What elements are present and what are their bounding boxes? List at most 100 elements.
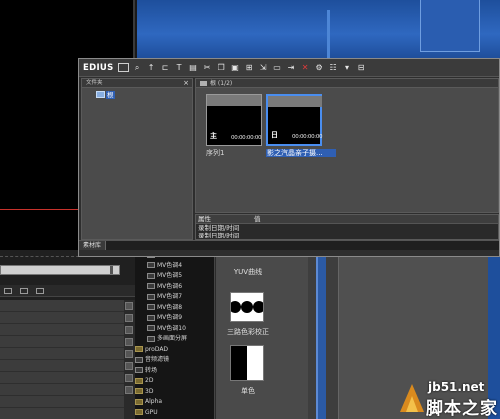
delete-icon[interactable]: ✕: [300, 63, 311, 72]
effect-icon: [135, 367, 143, 373]
folder-icon: [135, 398, 143, 405]
player-icon[interactable]: ▭: [272, 63, 283, 72]
clip-view-pane: 根 (1/2) 主 00:00:00:00 序列1 日 00:00:00:00 …: [195, 78, 499, 213]
value-column-header: 值: [254, 215, 261, 223]
desktop-streak: [327, 10, 330, 62]
effect-tree-item-label: MV色调5: [157, 272, 183, 279]
effect-tree-item-label: proDAD: [145, 345, 169, 353]
timeline-tool-icon[interactable]: [20, 288, 28, 294]
cut-icon[interactable]: ✂: [202, 63, 213, 72]
effect-tree-item[interactable]: MV色调5: [135, 271, 214, 282]
effect-thumb-mono[interactable]: [230, 345, 264, 381]
effect-icon: [147, 293, 155, 300]
effect-tree-item-label: 音频滤镜: [145, 356, 170, 363]
effect-tree-item-label: 3D: [145, 387, 154, 395]
app-title: EDIUS: [83, 62, 114, 73]
clip-timecode: 00:00:00:00: [292, 134, 323, 140]
search-icon[interactable]: ⌕: [132, 63, 143, 72]
folder-tree-pane: 文件夹 × 根: [81, 78, 193, 240]
effect-tree-item[interactable]: MV色调8: [135, 303, 214, 314]
effect-tree-item[interactable]: Alpha: [135, 397, 214, 408]
effect-tree-item[interactable]: MV色调7: [135, 292, 214, 303]
effect-thumb-label: 单色: [241, 387, 255, 395]
folder-icon: [96, 91, 105, 98]
move-icon[interactable]: ⇲: [258, 63, 269, 72]
timeline-tool-icon[interactable]: [36, 288, 44, 294]
timeline-track-buttons: [124, 300, 135, 419]
effect-icon: [147, 314, 155, 321]
effect-tree-item-label: 转场: [145, 366, 158, 374]
properties-header: 属性 值: [196, 215, 498, 224]
effect-tree-item[interactable]: MV色调9: [135, 313, 214, 324]
effect-thumbnail-pane: YUV曲线 三路色彩校正 单色: [216, 250, 308, 419]
clip-frame-top: [207, 95, 261, 106]
track-toggle-button[interactable]: [125, 374, 133, 382]
effect-tree-item[interactable]: 3D: [135, 387, 214, 398]
effect-icon: [147, 304, 155, 310]
close-icon[interactable]: ×: [183, 79, 189, 88]
add-to-timeline-icon[interactable]: ⊞: [244, 63, 255, 72]
effect-tree-item[interactable]: 转场: [135, 366, 214, 377]
desktop-background: [137, 0, 500, 62]
effect-icon: [147, 335, 155, 342]
effect-tree-item[interactable]: GPU: [135, 408, 214, 419]
open-clip-icon[interactable]: ⊏: [160, 63, 171, 72]
effect-tree-item[interactable]: MV色调6: [135, 282, 214, 293]
effect-icon: [147, 283, 155, 289]
color-wheels-icon: [229, 293, 265, 321]
effect-tree-item[interactable]: MV色调4: [135, 261, 214, 272]
clip-frame-top: [268, 96, 322, 107]
track-toggle-button[interactable]: [125, 386, 133, 394]
property-column-header: 属性: [198, 215, 211, 223]
title-tool-icon[interactable]: T: [174, 63, 185, 72]
property-row[interactable]: 录制日期/时间: [196, 232, 498, 238]
layout-icon[interactable]: ⊟: [356, 63, 367, 72]
effect-tree-item-label: MV色调6: [157, 282, 183, 290]
bin-tab[interactable]: 素材库: [79, 241, 107, 250]
folder-tree-root[interactable]: 根: [96, 90, 192, 99]
property-name: 录制日期/时间: [198, 224, 240, 232]
view-mode-icon[interactable]: ☷: [328, 63, 339, 72]
track-toggle-button[interactable]: [125, 350, 133, 358]
track-toggle-button[interactable]: [125, 314, 133, 322]
effect-tree-item-label: GPU: [145, 408, 158, 416]
up-folder-icon[interactable]: ↑: [146, 63, 157, 72]
folder-icon: [135, 388, 143, 394]
effect-tree-item[interactable]: 2D: [135, 376, 214, 387]
effect-thumb-three-way[interactable]: [229, 292, 265, 322]
effect-tree-item[interactable]: MV色调10: [135, 324, 214, 335]
insert-icon[interactable]: ⇥: [286, 63, 297, 72]
track-toggle-button[interactable]: [125, 326, 133, 334]
track-toggle-button[interactable]: [125, 302, 133, 310]
add-color-bar-icon[interactable]: ▤: [188, 63, 199, 72]
clip-thumbnail-selected[interactable]: 日 00:00:00:00 影之汽晶亲子摄...: [266, 94, 336, 157]
effect-thumb-label: YUV曲线: [233, 268, 263, 276]
effect-tree-item-label: MV色调10: [157, 324, 186, 332]
effect-tree-item-label: MV色调9: [157, 314, 183, 321]
timeline-ruler[interactable]: [0, 265, 120, 275]
effect-scrollbar[interactable]: [316, 250, 326, 419]
effect-tree-item[interactable]: 音频滤镜: [135, 355, 214, 366]
property-row[interactable]: 录制日期/时间: [196, 224, 498, 232]
track-toggle-button[interactable]: [125, 362, 133, 370]
effect-tree-item-label: Alpha: [145, 398, 163, 405]
folder-icon: [135, 377, 143, 384]
effect-icon: [135, 356, 143, 363]
paste-icon[interactable]: ▣: [230, 63, 241, 72]
copy-icon[interactable]: ❐: [216, 63, 227, 72]
effect-tree-item-label: MV色调8: [157, 303, 183, 311]
clip-badge: 日: [271, 131, 278, 139]
timeline-tracks[interactable]: [0, 300, 124, 419]
clip-thumbnail[interactable]: 主 00:00:00:00 序列1: [206, 94, 262, 157]
effect-tree-item[interactable]: proDAD: [135, 345, 214, 356]
track-toggle-button[interactable]: [125, 338, 133, 346]
watermark-domain: jb51.net: [428, 380, 485, 394]
watermark-logo-icon: [400, 384, 424, 412]
background-window: [420, 0, 480, 52]
timeline-tool-icon[interactable]: [4, 288, 12, 294]
bin-window: EDIUS ⌕ ↑ ⊏ T ▤ ✂ ❐ ▣ ⊞ ⇲ ▭ ⇥ ✕ ⚙ ☷ ▾ ⊟ …: [78, 58, 500, 257]
effect-tree-item[interactable]: 多画面分屏: [135, 334, 214, 345]
properties-icon[interactable]: ⚙: [314, 63, 325, 72]
dropdown-icon[interactable]: ▾: [342, 63, 353, 72]
new-folder-icon[interactable]: [117, 63, 129, 72]
